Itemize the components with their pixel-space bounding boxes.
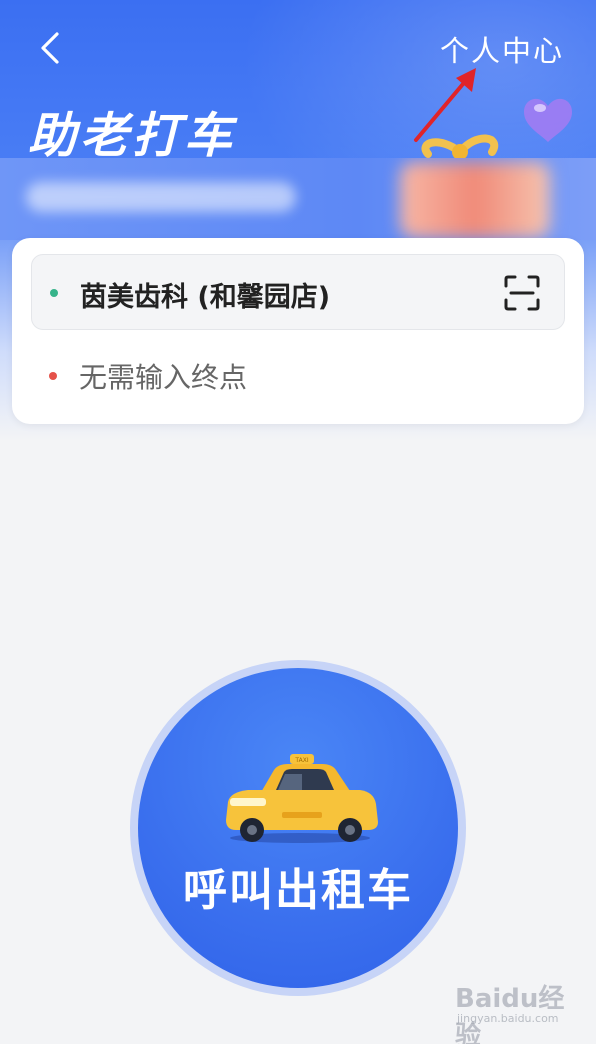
promo-banner[interactable]	[0, 158, 596, 240]
watermark-url: jingyan.baidu.com	[457, 1012, 559, 1025]
chevron-left-icon	[41, 32, 59, 64]
call-taxi-label: 呼叫出租车	[183, 865, 413, 916]
scan-icon[interactable]	[502, 273, 542, 313]
back-button[interactable]	[30, 26, 70, 70]
route-card: 茵美齿科 (和馨园店) 无需输入终点	[12, 238, 584, 424]
baidu-watermark: Baidu经验 jingyan.baidu.com	[455, 978, 575, 1044]
svg-text:TAXI: TAXI	[294, 757, 308, 764]
gift-heart-icon	[421, 98, 572, 160]
watermark-logo: Baidu经验	[455, 984, 565, 1044]
page-title: 助老打车	[28, 108, 237, 164]
taxi-icon: TAXI	[226, 754, 378, 843]
promo-banner-image-blurred	[400, 162, 550, 238]
destination-placeholder: 无需输入终点	[79, 361, 248, 394]
start-location-text: 茵美齿科 (和馨园店)	[80, 282, 331, 313]
destination-dot	[49, 372, 57, 380]
start-dot	[50, 289, 58, 297]
promo-banner-text-blurred	[26, 182, 296, 212]
call-taxi-button[interactable]: TAXI 呼叫出租车	[138, 668, 458, 988]
start-location-field[interactable]: 茵美齿科 (和馨园店)	[31, 254, 565, 330]
destination-field[interactable]: 无需输入终点	[31, 342, 565, 404]
